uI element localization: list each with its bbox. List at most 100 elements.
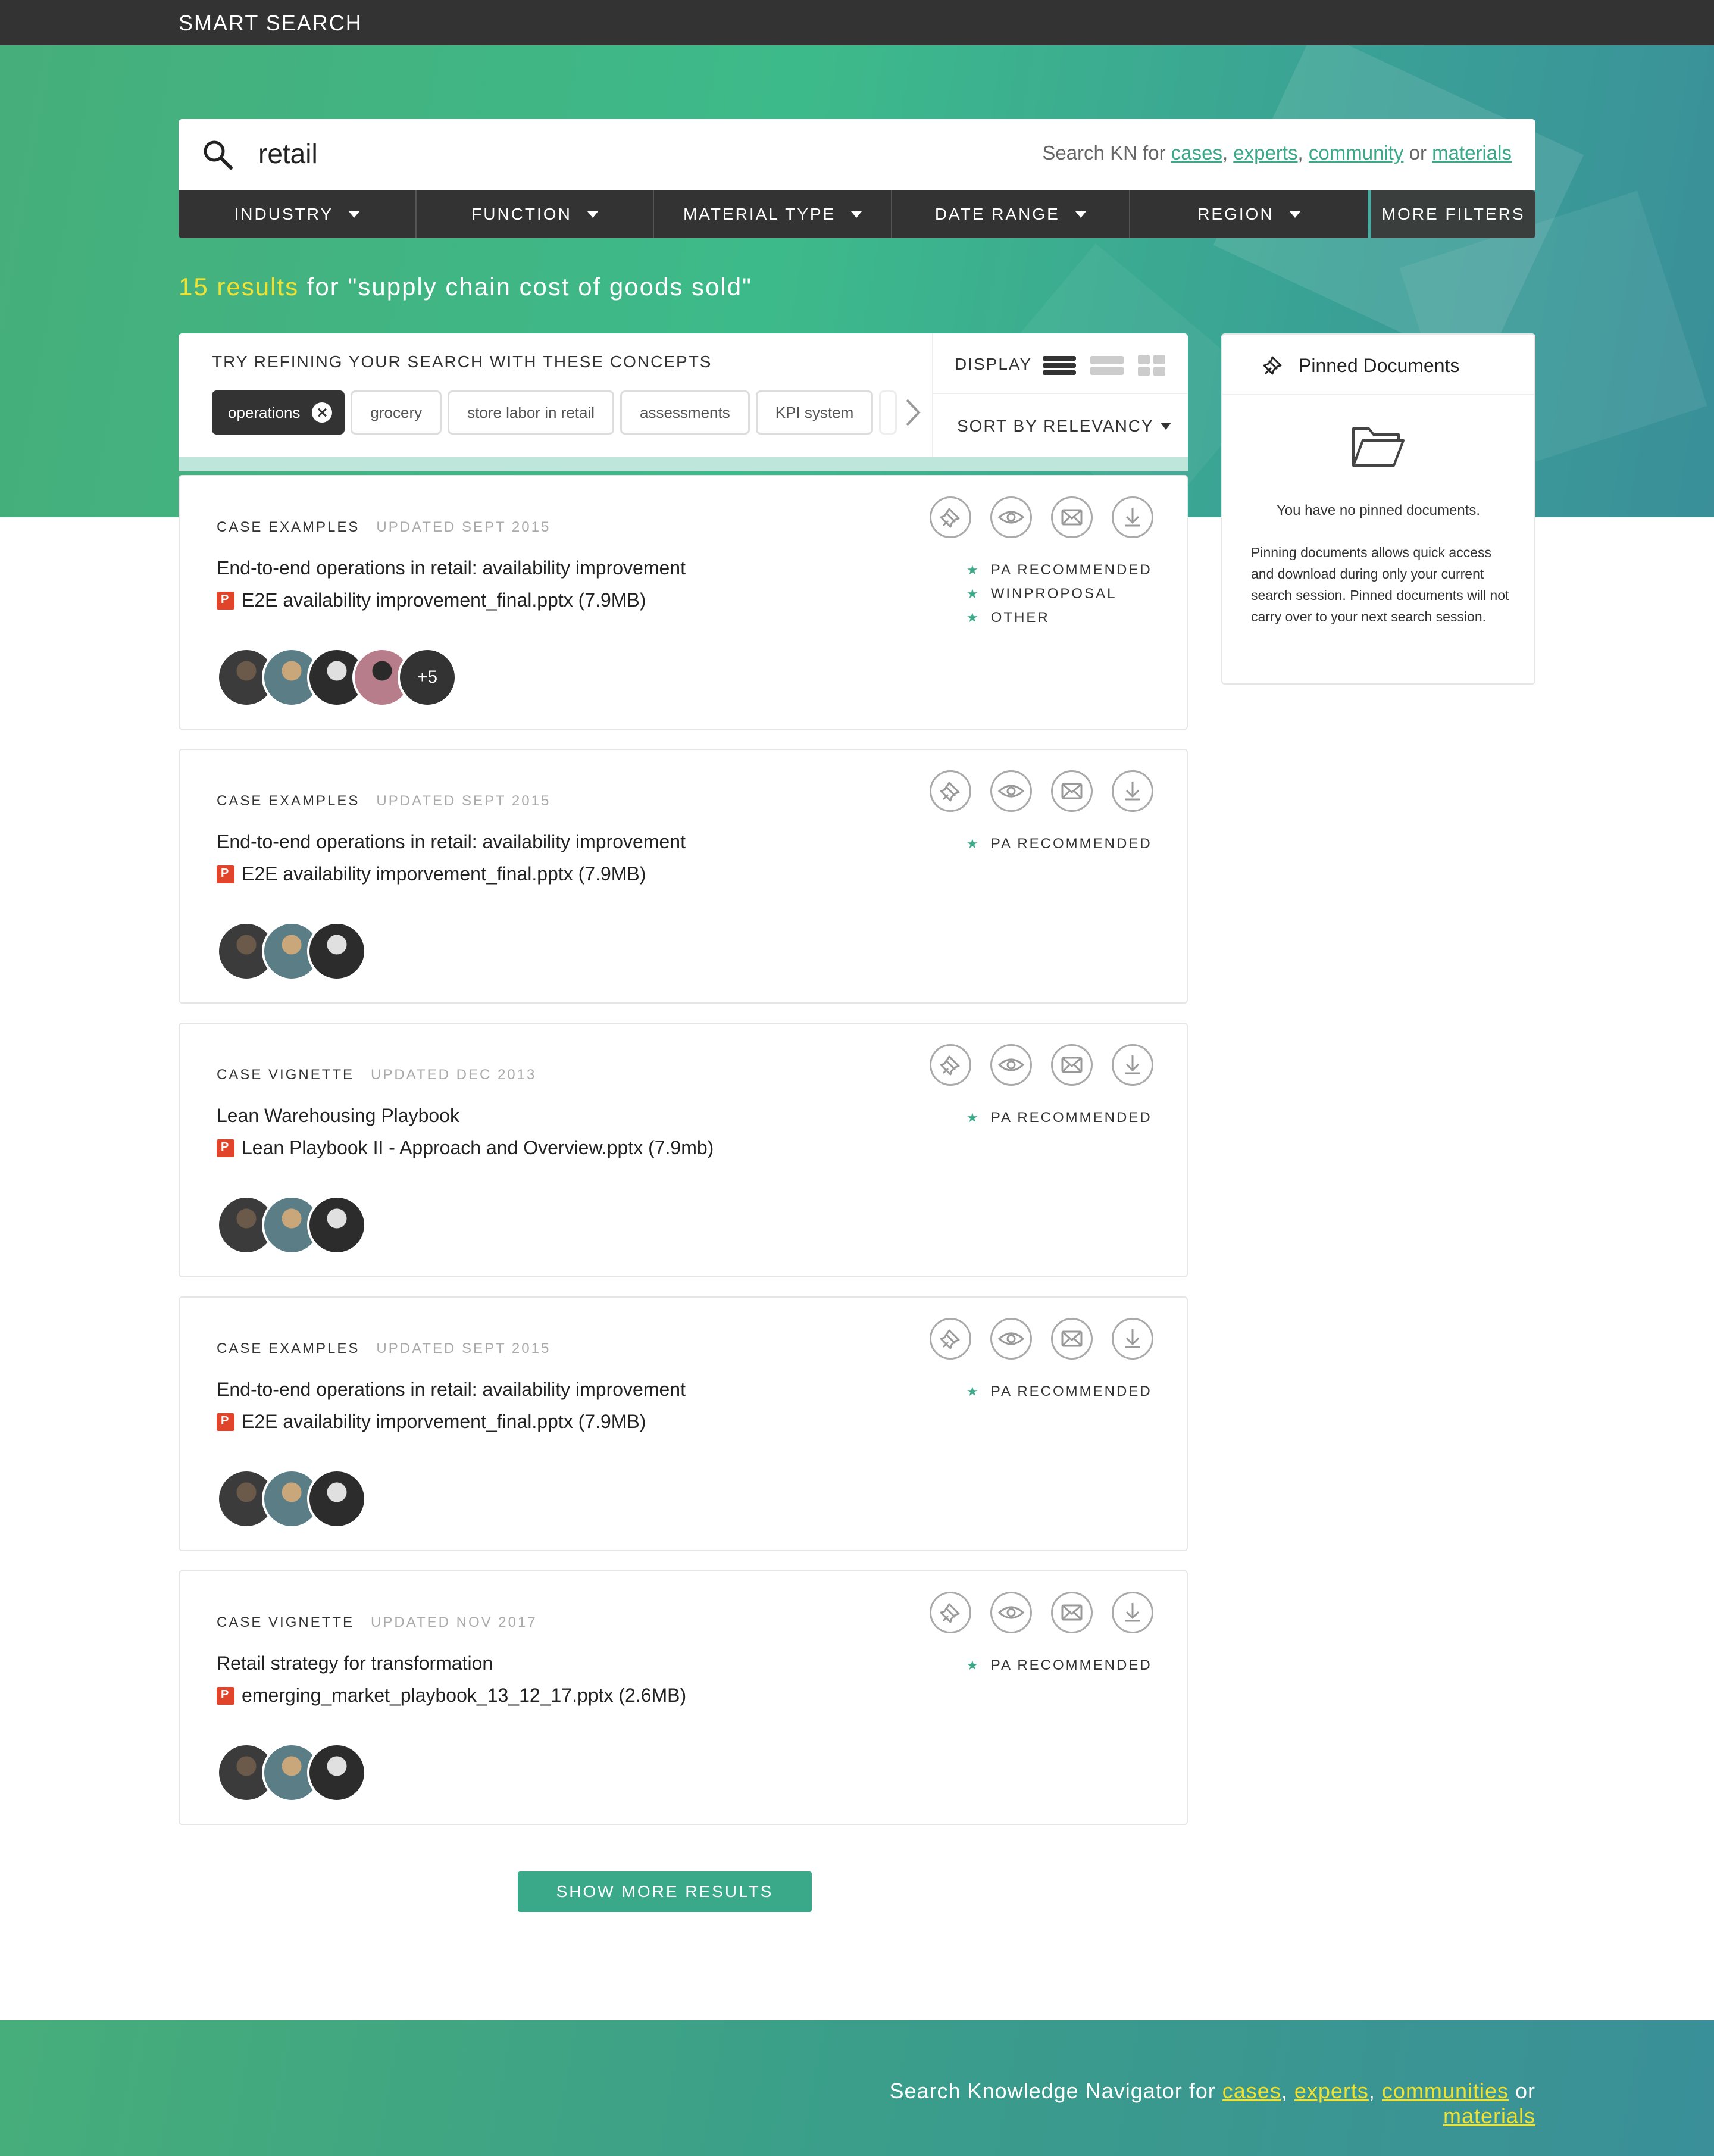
pinned-description: Pinning documents allows quick access an… <box>1251 545 1509 624</box>
result-file-name: E2E availability imporvement_final.pptx … <box>242 1411 646 1432</box>
search-input[interactable]: retail <box>258 135 318 173</box>
result-file[interactable]: E2E availability improvement_final.pptx … <box>217 589 646 611</box>
star-icon: ★ <box>967 586 980 601</box>
chip-operations[interactable]: operations <box>212 390 345 435</box>
tag-label: OTHER <box>990 610 1050 626</box>
chevron-right-icon[interactable] <box>901 396 925 429</box>
search-box[interactable]: retail Search KN for cases, experts, com… <box>179 119 1535 190</box>
result-file-name: E2E availability improvement_final.pptx … <box>242 589 646 611</box>
pin-icon <box>940 1603 960 1623</box>
email-button[interactable] <box>1051 1592 1093 1633</box>
top-bar: SMART SEARCH <box>0 0 1714 45</box>
result-type-label: CASE EXAMPLES <box>217 793 360 809</box>
email-button[interactable] <box>1051 1318 1093 1360</box>
mail-icon <box>1061 1057 1083 1073</box>
more-authors-badge[interactable]: +5 <box>398 648 457 707</box>
pin-button[interactable] <box>930 770 971 812</box>
result-card[interactable]: CASE EXAMPLES UPDATED SEPT 2015 End-to-end… <box>179 1296 1188 1551</box>
filter-region[interactable]: REGION <box>1130 190 1368 238</box>
hint-sep: , <box>1222 142 1234 164</box>
show-more-button[interactable]: SHOW MORE RESULTS <box>518 1871 812 1912</box>
result-title[interactable]: End-to-end operations in retail: availab… <box>217 831 686 853</box>
search-icon[interactable] <box>201 138 234 171</box>
result-file[interactable]: Lean Playbook II - Approach and Overview… <box>217 1137 714 1159</box>
more-filters-button[interactable]: MORE FILTERS <box>1371 190 1536 238</box>
star-icon: ★ <box>967 1658 980 1673</box>
footer-link-cases[interactable]: cases <box>1222 2079 1281 2103</box>
avatar[interactable] <box>307 921 367 981</box>
pin-button[interactable] <box>930 1318 971 1360</box>
footer-link-experts[interactable]: experts <box>1294 2079 1369 2103</box>
app-title[interactable]: SMART SEARCH <box>179 11 362 36</box>
result-actions <box>930 1592 1153 1633</box>
result-tag: ★ PA RECOMMENDED <box>967 1106 1152 1130</box>
result-file[interactable]: E2E availability imporvement_final.pptx … <box>217 863 646 885</box>
results-count: 15 results <box>179 273 299 301</box>
link-experts[interactable]: experts <box>1233 142 1297 164</box>
result-title[interactable]: Lean Warehousing Playbook <box>217 1105 459 1127</box>
result-title[interactable]: End-to-end operations in retail: availab… <box>217 557 686 579</box>
result-card[interactable]: CASE EXAMPLES UPDATED SEPT 2015 End-to-end… <box>179 475 1188 730</box>
footer-link-communities[interactable]: communities <box>1382 2079 1509 2103</box>
results-header-strip <box>179 457 1188 471</box>
result-date: UPDATED NOV 2017 <box>371 1614 537 1630</box>
link-cases[interactable]: cases <box>1171 142 1222 164</box>
filter-label: INDUSTRY <box>234 205 334 223</box>
pinned-header: Pinned Documents <box>1222 335 1534 395</box>
chip-assessments[interactable]: assessments <box>620 390 750 435</box>
grid-view-icon[interactable] <box>1138 354 1166 377</box>
preview-button[interactable] <box>990 1318 1032 1360</box>
pin-button[interactable] <box>930 1044 971 1086</box>
result-title[interactable]: End-to-end operations in retail: availab… <box>217 1379 686 1401</box>
eye-icon <box>997 1058 1025 1071</box>
pin-button[interactable] <box>930 1592 971 1633</box>
avatar[interactable] <box>307 1195 367 1255</box>
footer-link-materials[interactable]: materials <box>1443 2104 1535 2128</box>
preview-button[interactable] <box>990 1592 1032 1633</box>
filter-industry[interactable]: INDUSTRY <box>179 190 417 238</box>
star-icon: ★ <box>967 563 980 577</box>
link-materials[interactable]: materials <box>1432 142 1512 164</box>
preview-button[interactable] <box>990 1044 1032 1086</box>
email-button[interactable] <box>1051 770 1093 812</box>
mail-icon <box>1061 509 1083 526</box>
result-card[interactable]: CASE VIGNETTE UPDATED NOV 2017 Retail stra… <box>179 1570 1188 1825</box>
result-title[interactable]: Retail strategy for transformation <box>217 1652 493 1674</box>
preview-button[interactable] <box>990 770 1032 812</box>
preview-button[interactable] <box>990 496 1032 538</box>
result-card[interactable]: CASE EXAMPLES UPDATED SEPT 2015 End-to-end… <box>179 749 1188 1004</box>
avatar[interactable] <box>307 1469 367 1529</box>
download-button[interactable] <box>1112 1592 1153 1633</box>
star-icon: ★ <box>967 610 980 625</box>
sort-dropdown[interactable]: SORT BY RELEVANCY <box>933 395 1188 461</box>
result-file[interactable]: emerging_market_playbook_13_12_17.pptx (… <box>217 1685 686 1707</box>
caret-down-icon <box>1161 423 1171 430</box>
download-button[interactable] <box>1112 1318 1153 1360</box>
chip-overflow[interactable] <box>879 390 897 435</box>
filter-material-type[interactable]: MATERIAL TYPE <box>654 190 892 238</box>
caret-down-icon <box>851 211 862 218</box>
close-icon[interactable] <box>312 402 333 423</box>
download-button[interactable] <box>1112 770 1153 812</box>
result-file[interactable]: E2E availability imporvement_final.pptx … <box>217 1411 646 1433</box>
result-tags: ★ PA RECOMMENDED ★ WINPROPOSAL ★ OTHER <box>967 558 1152 630</box>
pin-button[interactable] <box>930 496 971 538</box>
download-button[interactable] <box>1112 496 1153 538</box>
compact-view-icon[interactable] <box>1090 354 1124 377</box>
filter-date-range[interactable]: DATE RANGE <box>892 190 1130 238</box>
download-button[interactable] <box>1112 1044 1153 1086</box>
email-button[interactable] <box>1051 1044 1093 1086</box>
result-type: CASE EXAMPLES UPDATED SEPT 2015 <box>217 793 551 810</box>
link-community[interactable]: community <box>1309 142 1404 164</box>
chip-store-labor[interactable]: store labor in retail <box>448 390 615 435</box>
list-view-icon[interactable] <box>1043 354 1076 377</box>
avatar[interactable] <box>307 1743 367 1802</box>
chip-kpi-system[interactable]: KPI system <box>755 390 874 435</box>
result-card[interactable]: CASE VIGNETTE UPDATED DEC 2013 Lean Wareho… <box>179 1023 1188 1277</box>
display-label: DISPLAY <box>955 355 1033 373</box>
email-button[interactable] <box>1051 496 1093 538</box>
pin-icon <box>940 782 960 802</box>
filter-label: FUNCTION <box>471 205 572 223</box>
chip-grocery[interactable]: grocery <box>351 390 442 435</box>
filter-function[interactable]: FUNCTION <box>416 190 655 238</box>
